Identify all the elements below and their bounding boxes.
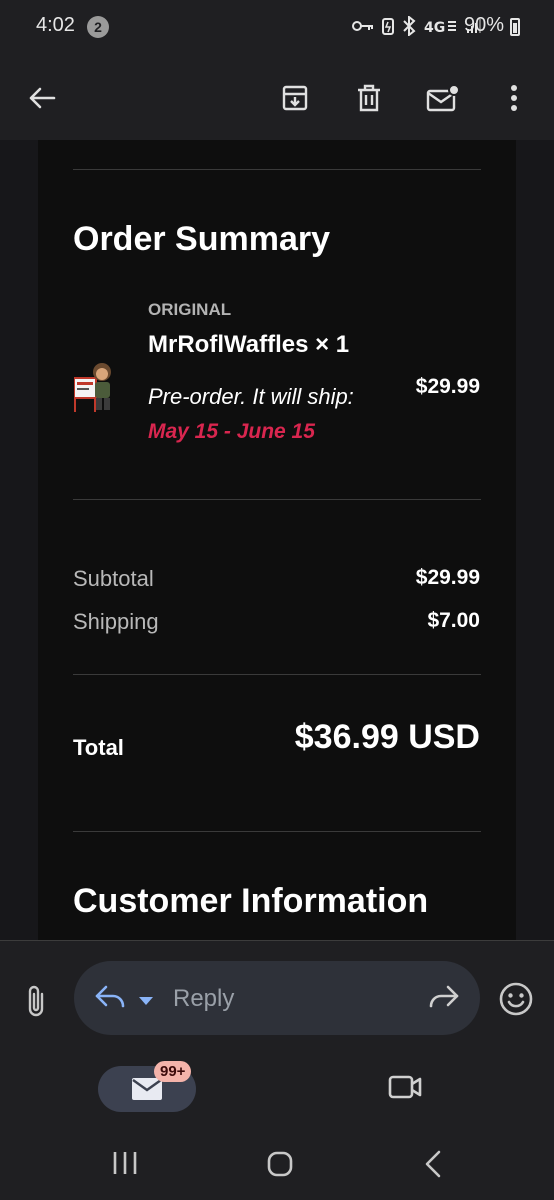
arrow-left-icon <box>29 87 56 109</box>
reply-field[interactable]: Reply <box>74 961 480 1035</box>
battery-saver-icon <box>382 18 394 35</box>
video-icon <box>388 1075 422 1099</box>
divider <box>73 499 481 500</box>
item-name: MrRoflWaffles × 1 <box>148 331 350 358</box>
forward-icon <box>429 985 459 1008</box>
battery-level: 90% <box>463 14 504 36</box>
reply-bar: Reply <box>0 940 554 1052</box>
customer-information-heading: Customer Information <box>73 882 429 920</box>
chevron-left-icon <box>425 1150 441 1178</box>
reply-icon <box>95 985 125 1008</box>
shipping-value: $7.00 <box>427 609 480 632</box>
divider <box>73 831 481 832</box>
mark-unread-icon <box>426 84 460 112</box>
ship-dates: May 15 - June 15 <box>148 420 315 443</box>
subtotal-label: Subtotal <box>73 566 154 591</box>
order-summary-heading: Order Summary <box>73 220 330 258</box>
status-bar: 4:02 2 4G 90% <box>0 0 554 56</box>
notification-count-badge: 2 <box>87 16 109 38</box>
status-time: 4:02 <box>36 14 75 36</box>
emoji-reaction-button[interactable] <box>498 981 534 1022</box>
total-label: Total <box>73 735 124 760</box>
vpn-key-icon <box>352 21 373 31</box>
mail-icon <box>132 1078 162 1100</box>
total-value: $36.99 USD <box>294 718 480 756</box>
caret-down-icon <box>139 997 153 1005</box>
email-toolbar <box>0 56 554 140</box>
home-button[interactable] <box>266 1150 294 1183</box>
reply-placeholder: Reply <box>173 985 235 1012</box>
mark-unread-button[interactable] <box>415 70 471 126</box>
product-thumbnail[interactable] <box>73 360 118 416</box>
network-4g-icon: 4G <box>424 20 456 34</box>
more-vert-icon <box>511 85 517 111</box>
email-body[interactable]: Order Summary ORIGINAL MrRoflWaffles × 1… <box>0 140 554 940</box>
home-icon <box>267 1151 293 1177</box>
item-variant-label: ORIGINAL <box>148 300 232 319</box>
divider <box>73 169 481 170</box>
bottom-navigation: 99+ <box>0 1052 554 1126</box>
back-button[interactable] <box>14 70 70 126</box>
paperclip-icon <box>28 985 44 1017</box>
attach-button[interactable] <box>16 981 56 1021</box>
battery-icon <box>510 18 520 36</box>
item-price: $29.99 <box>415 375 480 398</box>
mail-unread-badge: 99+ <box>154 1061 192 1082</box>
more-options-button[interactable] <box>486 70 542 126</box>
product-image <box>73 363 111 412</box>
email-card: Order Summary ORIGINAL MrRoflWaffles × 1… <box>38 140 516 940</box>
reply-mode-button[interactable] <box>94 983 126 1016</box>
recent-apps-icon <box>113 1152 137 1174</box>
recent-apps-button[interactable] <box>112 1150 138 1181</box>
system-navigation-bar <box>0 1126 554 1200</box>
archive-button[interactable] <box>267 70 323 126</box>
back-nav-button[interactable] <box>424 1150 442 1183</box>
meet-tab[interactable] <box>388 1074 422 1105</box>
reply-options-dropdown[interactable] <box>138 993 154 1011</box>
delete-button[interactable] <box>341 70 397 126</box>
svg-text:4G: 4G <box>424 20 445 34</box>
subtotal-value: $29.99 <box>415 566 480 589</box>
preorder-note: Pre-order. It will ship: <box>148 384 354 409</box>
emoji-icon <box>499 982 533 1016</box>
trash-icon <box>358 84 380 112</box>
shipping-label: Shipping <box>73 609 159 634</box>
forward-button[interactable] <box>428 983 460 1016</box>
archive-icon <box>282 85 308 111</box>
bluetooth-icon <box>403 16 416 36</box>
divider <box>73 674 481 675</box>
